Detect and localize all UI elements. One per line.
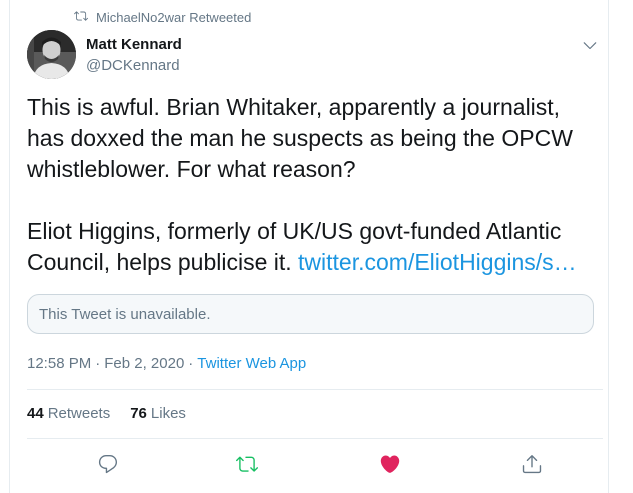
divider	[27, 438, 603, 439]
tweet-stats: 44 Retweets 76 Likes	[27, 405, 186, 422]
quoted-tweet-text: This Tweet is unavailable.	[39, 305, 211, 323]
author-handle[interactable]: @DCKennard	[86, 57, 180, 74]
retweets-label: Retweets	[47, 405, 111, 422]
tweet-text: This is awful. Brian Whitaker, apparentl…	[27, 92, 602, 278]
likes-stat[interactable]: 76 Likes	[130, 405, 186, 422]
quoted-tweet-unavailable: This Tweet is unavailable.	[27, 294, 594, 334]
retweet-banner-text[interactable]: MichaelNo2war Retweeted	[96, 10, 251, 25]
chevron-down-icon[interactable]	[581, 36, 599, 54]
tweet-source-app[interactable]: Twitter Web App	[197, 355, 306, 372]
tweet-actions	[27, 449, 587, 481]
divider	[27, 389, 603, 390]
tweet-time[interactable]: 12:58 PM	[27, 355, 91, 372]
tweet-body: This is awful. Brian Whitaker, apparentl…	[27, 94, 573, 275]
tweet-link[interactable]: twitter.com/EliotHiggins/s…	[298, 249, 577, 275]
reply-icon[interactable]	[97, 453, 119, 475]
avatar[interactable]	[27, 30, 76, 79]
author-name[interactable]: Matt Kennard	[86, 36, 182, 53]
tweet-meta: 12:58 PM · Feb 2, 2020 · Twitter Web App	[27, 355, 306, 372]
likes-label: Likes	[150, 405, 186, 422]
meta-separator: ·	[188, 355, 194, 372]
share-icon[interactable]	[521, 453, 543, 475]
tweet-card: MichaelNo2war Retweeted Matt Kennard @DC…	[9, 0, 609, 493]
retweet-icon	[74, 9, 89, 26]
likes-count: 76	[130, 405, 147, 422]
retweets-count: 44	[27, 405, 44, 422]
retweet-button-icon[interactable]	[236, 453, 258, 475]
meta-separator: ·	[95, 355, 101, 372]
tweet-date[interactable]: Feb 2, 2020	[104, 355, 184, 372]
like-heart-icon[interactable]	[379, 453, 401, 475]
retweets-stat[interactable]: 44 Retweets	[27, 405, 110, 422]
retweet-banner[interactable]: MichaelNo2war Retweeted	[74, 8, 251, 26]
